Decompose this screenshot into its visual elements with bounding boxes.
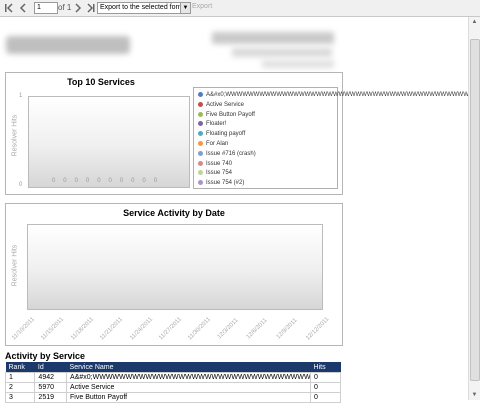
- legend-item: For Alan: [198, 140, 228, 148]
- activity-table: Rank Id Service Name Hits 1 4942 A&#x0;WWWWWW…: [4, 362, 341, 403]
- column-header: Id: [34, 362, 67, 373]
- report-toolbar: 1 of 1 Export to the selected format ▼ E…: [0, 0, 480, 17]
- legend-swatch: [198, 101, 203, 107]
- bar-value-label: 0: [63, 178, 67, 184]
- table-cell: 1: [4, 372, 36, 383]
- y-tick-bottom: 0: [19, 182, 23, 188]
- export-format-value: Export to the selected format: [100, 4, 190, 11]
- legend-label: Floater!: [206, 121, 227, 128]
- y-tick-top: 1: [19, 93, 23, 99]
- legend-label: For Alan: [206, 141, 229, 147]
- legend-label: Active Service: [206, 101, 245, 108]
- bar-value-label: 0: [74, 178, 78, 184]
- bar-value-label: 0: [97, 178, 101, 184]
- chevron-down-icon[interactable]: ▼: [180, 3, 190, 13]
- table-cell: 5970: [34, 382, 68, 393]
- company-logo: [6, 36, 130, 54]
- table-cell: 0: [310, 392, 341, 403]
- page-count: of 1: [58, 3, 72, 12]
- bar-value-label: 0: [153, 178, 158, 184]
- legend-swatch: [198, 131, 203, 137]
- table-body: 1 4942 A&#x0;WWWWWWWWWWWWWWWWWWWWWWWWWWWWW…: [4, 372, 341, 403]
- first-page-icon[interactable]: [4, 2, 13, 14]
- table-cell: 4942: [34, 372, 68, 383]
- legend-label: Issue #716 (crash): [206, 150, 256, 157]
- table-cell: Active Service: [66, 382, 312, 393]
- legend-swatch: [198, 121, 203, 127]
- legend-item: Floating payoff: [198, 130, 245, 138]
- table-cell: 0: [310, 372, 341, 383]
- legend-swatch: [198, 160, 203, 166]
- legend-swatch: [198, 150, 203, 156]
- vertical-scrollbar[interactable]: ▲ ▼: [468, 17, 480, 400]
- table-header: Rank Id Service Name Hits: [5, 362, 341, 373]
- chart-title: Top 10 Services: [67, 77, 135, 87]
- chart-title: Service Activity by Date: [123, 208, 225, 218]
- table-cell: 2: [4, 382, 36, 393]
- bar-value-label: 0: [131, 178, 135, 184]
- column-header: Hits: [310, 362, 341, 373]
- legend-item: Active Service: [198, 101, 244, 109]
- legend-item: Issue 740: [198, 160, 232, 168]
- bar-value-label: 0: [119, 178, 124, 184]
- column-header: Rank: [5, 362, 35, 373]
- scroll-up-icon[interactable]: ▲: [469, 17, 480, 27]
- scroll-down-icon[interactable]: ▼: [469, 390, 480, 400]
- table-cell: 2519: [34, 392, 68, 403]
- bar-value-label: 0: [142, 178, 146, 184]
- table-row: 2 5970 Active Service 0: [4, 382, 341, 393]
- table-cell: 3: [4, 392, 36, 403]
- legend-swatch: [198, 91, 203, 97]
- legend-label: Issue 740: [206, 160, 233, 167]
- export-button[interactable]: Export: [192, 3, 212, 10]
- chart-legend: A&#x0;WWWWWWWWWWWWWWWWWWWWWWWWWWWWWWWWWW…: [193, 87, 480, 189]
- table-cell: A&#x0;WWWWWWWWWWWWWWWWWWWWWWWWWWWWWWWWWW…: [66, 372, 312, 383]
- legend-item: Issue 754: [198, 169, 232, 177]
- legend-item: Issue #716 (crash): [198, 150, 256, 158]
- next-page-icon[interactable]: [73, 2, 82, 14]
- legend-item: A&#x0;WWWWWWWWWWWWWWWWWWWWWWWWWWWWWWWWWW…: [198, 91, 480, 99]
- column-header: Service Name: [66, 362, 311, 373]
- y-axis-label: Resolver Hits: [11, 114, 19, 157]
- legend-swatch: [198, 170, 203, 176]
- table-cell: Five Button Payoff: [66, 392, 312, 403]
- bar-value-label: 0: [85, 178, 90, 184]
- last-page-icon[interactable]: [86, 2, 95, 14]
- legend-label: Issue 754: [206, 170, 233, 177]
- legend-item: Issue 754 (#2): [198, 179, 244, 187]
- table-row: 1 4942 A&#x0;WWWWWWWWWWWWWWWWWWWWWWWWWWWWW…: [4, 372, 341, 383]
- legend-swatch: [198, 140, 203, 146]
- table-cell: 0: [310, 382, 341, 393]
- top10-plot-area: [28, 96, 190, 188]
- report-subtitle-blurred: [232, 48, 332, 57]
- legend-label: Five Button Payoff: [206, 111, 255, 118]
- report-title-blurred: [212, 32, 334, 44]
- report-date-blurred: [262, 60, 334, 68]
- bar-value-label: 0: [108, 178, 112, 184]
- scrollbar-thumb[interactable]: [470, 39, 480, 381]
- bar-value-label: 0: [52, 178, 56, 184]
- legend-item: Five Button Payoff: [198, 111, 255, 119]
- legend-swatch: [198, 180, 203, 186]
- section-title: Activity by Service: [5, 351, 86, 361]
- legend-item: Floater!: [198, 120, 226, 128]
- legend-label: Issue 754 (#2): [206, 180, 245, 187]
- table-row: 3 2519 Five Button Payoff 0: [4, 392, 341, 403]
- legend-swatch: [198, 111, 203, 117]
- legend-label: Floating payoff: [206, 131, 246, 138]
- y-axis-label: Resolver Hits: [11, 244, 19, 287]
- page-number-input[interactable]: 1: [34, 2, 58, 14]
- activity-plot-area: [27, 224, 323, 310]
- legend-label: A&#x0;WWWWWWWWWWWWWWWWWWWWWWWWWWWWWWWWWW…: [206, 92, 480, 98]
- export-format-select[interactable]: Export to the selected format ▼: [97, 2, 191, 14]
- previous-page-icon[interactable]: [19, 2, 28, 14]
